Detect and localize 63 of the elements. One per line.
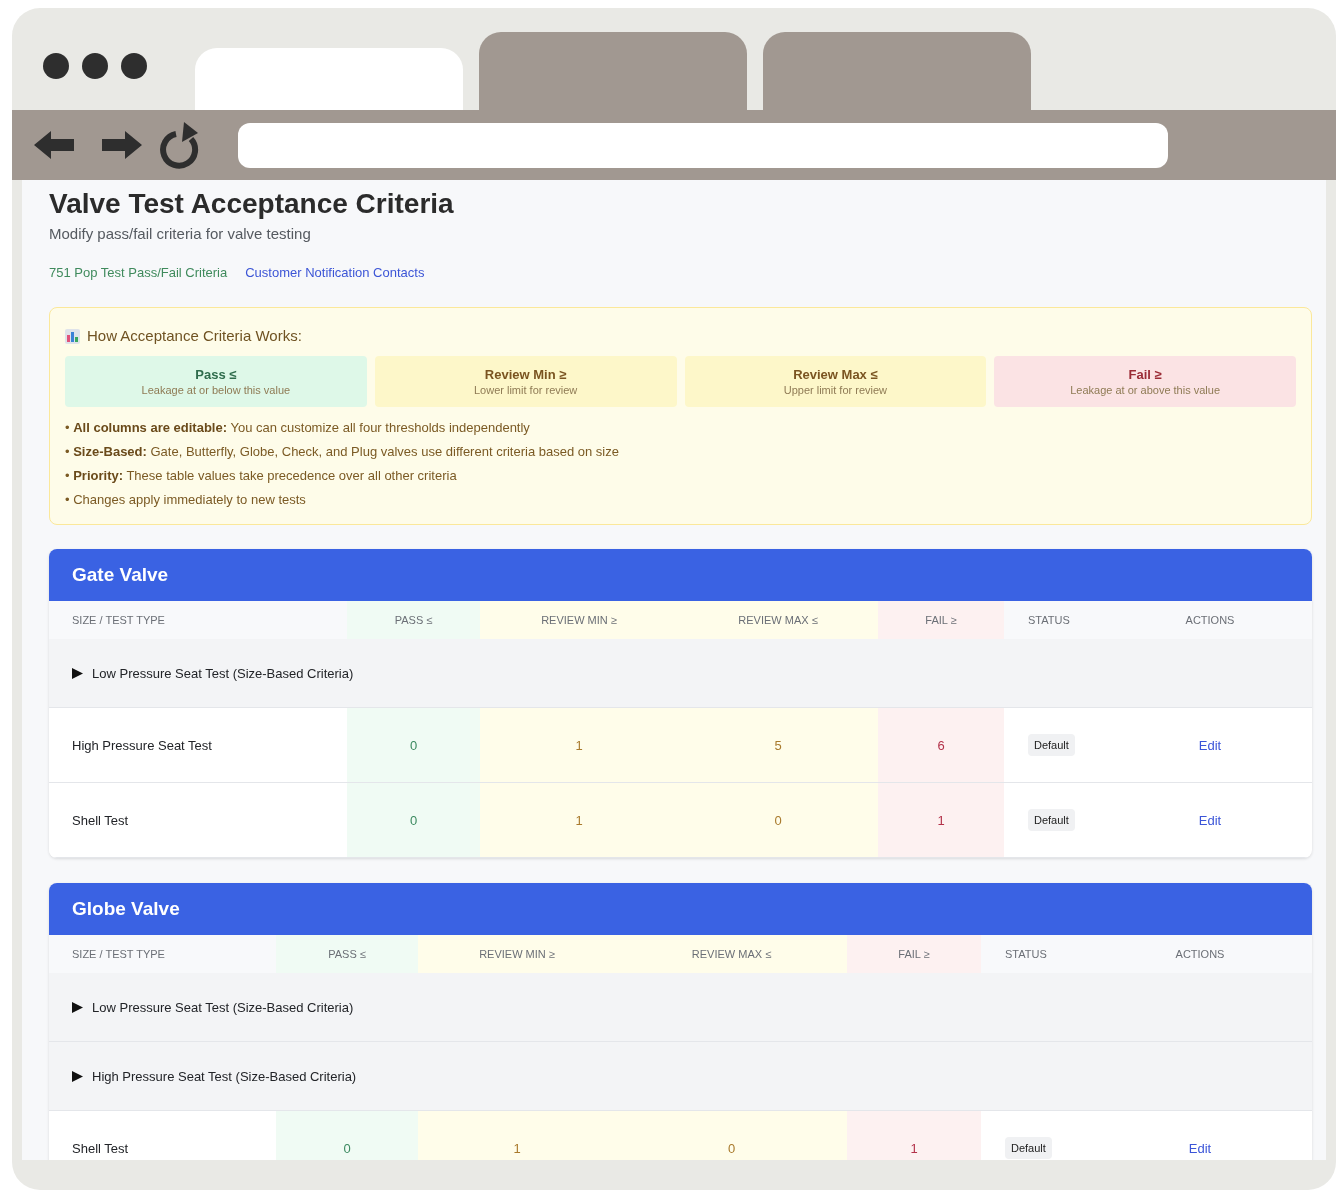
info-note: • All columns are editable: You can customize all four thresholds independently — [65, 419, 531, 437]
column-header: PASS ≤ — [347, 601, 480, 639]
criteria-title: Review Min ≥ — [484, 366, 567, 383]
table-cell: 1 — [878, 783, 1004, 858]
table-cell: 0 — [347, 783, 480, 858]
criteria-title: Fail ≥ — [1128, 366, 1162, 383]
table-cell: 0 — [616, 1111, 847, 1160]
table-cell: High Pressure Seat Test — [49, 708, 347, 783]
info-note: • Priority: These table values take precedence over all other criteria — [65, 467, 458, 485]
table-cell: 0 — [276, 1111, 418, 1160]
back-arrow-icon[interactable] — [34, 130, 74, 160]
column-header: SIZE / TEST TYPE — [49, 935, 276, 973]
table-cell: 5 — [678, 708, 878, 783]
table-cell: 0 — [678, 783, 878, 858]
column-header: PASS ≤ — [276, 935, 418, 973]
window-control-icon[interactable] — [82, 53, 108, 79]
forward-arrow-icon[interactable] — [102, 130, 142, 160]
column-header: ACTIONS — [1088, 935, 1312, 973]
table-cell: 1 — [480, 708, 678, 783]
table-cell: 1 — [847, 1111, 981, 1160]
window-control-icon[interactable] — [43, 53, 69, 79]
group-row[interactable]: Low Pressure Seat Test (Size-Based Criteria) — [49, 639, 1312, 708]
table-cell: Shell Test — [49, 783, 347, 858]
edit-link[interactable]: Edit — [1198, 737, 1222, 753]
nav-link[interactable]: 751 Pop Test Pass/Fail Criteria — [49, 264, 228, 282]
criteria-description: Leakage at or below this value — [141, 382, 291, 397]
bar-chart-icon — [65, 328, 80, 344]
section-header: Globe Valve — [49, 883, 1312, 935]
status-badge: Default — [1028, 734, 1075, 756]
nav-link[interactable]: Customer Notification Contacts — [245, 264, 425, 282]
info-note: • Size-Based: Gate, Butterfly, Globe, Check, and Plug valves use different criteria based on size — [65, 443, 620, 461]
column-header: FAIL ≥ — [847, 935, 981, 973]
column-header: ACTIONS — [1108, 601, 1312, 639]
criteria-description: Upper limit for review — [783, 382, 888, 397]
window-control-icon[interactable] — [121, 53, 147, 79]
criteria-title: Pass ≤ — [195, 366, 237, 383]
edit-link[interactable]: Edit — [1198, 812, 1222, 828]
info-title: How Acceptance Criteria Works: — [87, 326, 302, 346]
column-header: REVIEW MAX ≤ — [678, 601, 878, 639]
table-cell: 0 — [347, 708, 480, 783]
address-field[interactable] — [238, 122, 1168, 168]
info-note: • Changes apply immediately to new tests — [65, 491, 307, 509]
column-header: REVIEW MAX ≤ — [616, 935, 847, 973]
criteria-description: Leakage at or above this value — [1070, 382, 1221, 397]
column-header: STATUS — [981, 935, 1088, 973]
column-header: REVIEW MIN ≥ — [418, 935, 616, 973]
column-header: STATUS — [1004, 601, 1108, 639]
group-row[interactable]: High Pressure Seat Test (Size-Based Criteria) — [49, 1042, 1312, 1111]
table-cell: 1 — [418, 1111, 616, 1160]
group-row[interactable]: Low Pressure Seat Test (Size-Based Criteria) — [49, 973, 1312, 1042]
criteria-title: Review Max ≤ — [793, 366, 878, 383]
page-title: Valve Test Acceptance Criteria — [49, 187, 455, 221]
status-badge: Default — [1028, 809, 1075, 831]
table-cell: 6 — [878, 708, 1004, 783]
table-cell: 1 — [480, 783, 678, 858]
column-header: REVIEW MIN ≥ — [480, 601, 678, 639]
column-header: SIZE / TEST TYPE — [49, 601, 347, 639]
page-subtitle: Modify pass/fail criteria for valve testing — [49, 224, 312, 244]
edit-link[interactable]: Edit — [1188, 1140, 1212, 1156]
section-header: Gate Valve — [49, 549, 1312, 601]
criteria-description: Lower limit for review — [473, 382, 578, 397]
status-badge: Default — [1005, 1137, 1052, 1159]
column-header: FAIL ≥ — [878, 601, 1004, 639]
